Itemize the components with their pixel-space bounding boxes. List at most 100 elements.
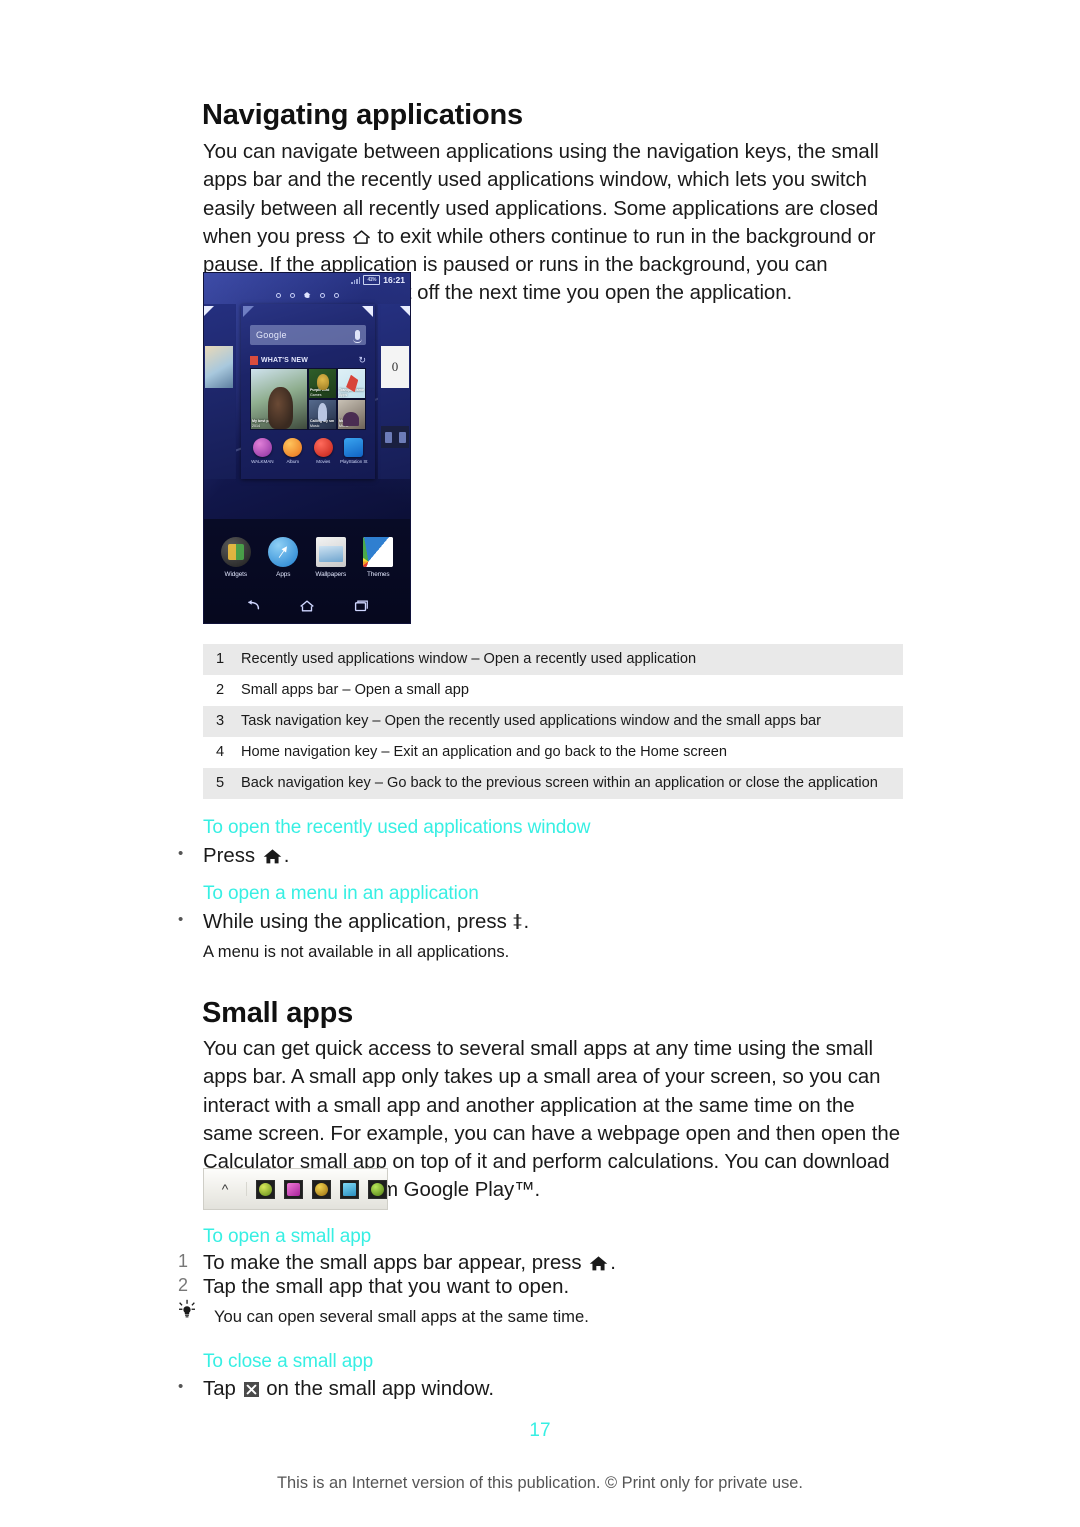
step-text-prefix: While using the application, press	[203, 911, 513, 933]
apps-icon	[268, 537, 299, 567]
small-app-icon[interactable]	[256, 1179, 275, 1199]
back-navigation-key-icon[interactable]	[244, 599, 262, 613]
card-close-icon[interactable]	[362, 306, 373, 317]
step-text-prefix: Tap	[203, 1378, 242, 1400]
home-navigation-key-icon[interactable]	[298, 599, 316, 613]
app-label: PlayStation St	[340, 459, 368, 464]
content-tile[interactable]: Purple Bird Games	[308, 368, 337, 399]
table-row: 5 Back navigation key – Go back to the p…	[203, 768, 903, 799]
task-heading-open-small-app: To open a small app	[203, 1226, 372, 1247]
whats-new-widget-header: WHAT'S NEW ↻	[250, 356, 366, 365]
dock-item-themes[interactable]: Themes	[357, 537, 399, 578]
chevron-up-icon[interactable]: ^	[204, 1182, 247, 1196]
content-tile[interactable]: My best pal 2014	[250, 368, 308, 430]
small-app-icon[interactable]	[312, 1179, 331, 1199]
dock-item-wallpapers[interactable]: Wallpapers	[310, 537, 352, 578]
legend-number: 3	[216, 713, 225, 729]
dock-label: Themes	[367, 571, 390, 578]
page-dot	[319, 292, 325, 298]
small-apps-bar-figure: ^	[203, 1168, 388, 1210]
bullet-marker: •	[178, 911, 184, 928]
phone-status-bar: 41% 16:21	[204, 273, 410, 287]
dock-label: Wallpapers	[315, 571, 347, 578]
recent-app-card-left[interactable]	[204, 304, 236, 479]
whats-new-label: WHAT'S NEW	[261, 357, 309, 364]
home-solid-icon	[263, 848, 282, 865]
task-heading-open-menu: To open a menu in an application	[203, 883, 479, 904]
app-label: WALKMAN	[251, 459, 274, 464]
movies-icon	[313, 438, 333, 457]
content-tile[interactable]: Moonlight Movie	[337, 399, 366, 430]
step-text-suffix: .	[610, 1252, 616, 1274]
legend-number: 5	[216, 775, 225, 791]
card-close-corner-icon[interactable]	[204, 306, 214, 316]
bullet-marker: •	[178, 845, 184, 862]
google-search-widget[interactable]: Google	[250, 325, 366, 345]
wallpapers-icon	[315, 537, 346, 567]
app-shortcut-movies[interactable]: Movies	[309, 438, 337, 464]
table-row: 2 Small apps bar – Open a small app	[203, 675, 903, 706]
card-thumbnail: 0	[381, 346, 409, 388]
table-row: 1 Recently used applications window – Op…	[203, 644, 903, 675]
app-shortcut-playstation[interactable]: PlayStation St	[340, 438, 368, 464]
dock-label: Apps	[276, 571, 291, 578]
signal-strength-icon	[351, 276, 361, 284]
card-close-corner-icon[interactable]	[400, 306, 410, 316]
close-icon	[243, 1382, 259, 1397]
home-page-dot	[303, 292, 311, 298]
small-app-icon[interactable]	[284, 1179, 303, 1199]
phone-screenshot-figure: 41% 16:21 0 Google WHAT'S NEW ↻ My best …	[203, 272, 411, 624]
task-navigation-key-icon[interactable]	[352, 599, 370, 613]
recent-app-card-center[interactable]: Google WHAT'S NEW ↻ My best pal 2014 Purp…	[241, 304, 375, 479]
step-number: 1	[178, 1251, 189, 1271]
task-step-open-menu: While using the application, press .	[203, 908, 529, 936]
small-apps-icon-strip	[247, 1179, 387, 1199]
widgets-icon	[220, 537, 251, 567]
bullet-marker: •	[178, 1378, 184, 1395]
small-app-icon[interactable]	[368, 1179, 387, 1199]
home-solid-icon	[589, 1255, 608, 1272]
content-tile[interactable]: Tranquil Game Apps	[337, 368, 366, 399]
legend-number: 2	[216, 682, 225, 698]
tile-subtitle: Movie	[339, 423, 349, 428]
step-text-suffix: .	[523, 911, 530, 933]
page-number: 17	[529, 1420, 551, 1441]
table-row: 3 Task navigation key – Open the recentl…	[203, 706, 903, 737]
tile-title: My best pal	[252, 419, 272, 424]
microphone-icon[interactable]	[353, 330, 362, 343]
footer-copyright-note: This is an Internet version of this publ…	[277, 1474, 803, 1492]
tile-subtitle: Apps	[339, 392, 348, 397]
home-outline-icon	[352, 229, 371, 245]
legend-number: 1	[216, 651, 225, 667]
section-title-small-apps: Small apps	[202, 997, 354, 1029]
content-tile[interactable]: Calling My sm Music	[308, 399, 337, 430]
dock-item-widgets[interactable]: Widgets	[215, 537, 257, 578]
task-note-open-menu: A menu is not available in all applicati…	[203, 942, 510, 961]
page-title-navigating-applications: Navigating applications	[202, 99, 523, 131]
page-dot	[289, 292, 295, 298]
step-text-suffix: .	[283, 845, 290, 867]
homescreen-page-indicator	[204, 292, 410, 298]
app-shortcut-walkman[interactable]: WALKMAN	[248, 438, 276, 464]
card-corner-left-icon	[243, 306, 254, 317]
recent-app-card-right[interactable]: 0	[378, 304, 410, 479]
task-heading-close-small-app: To close a small app	[203, 1351, 374, 1372]
task-step-2-open-small-app: Tap the small app that you want to open.	[203, 1276, 570, 1298]
homescreen-app-row: WALKMAN Album Movies PlayStation St	[247, 438, 369, 464]
page-dot	[333, 292, 339, 298]
step-text-suffix: on the small app window.	[260, 1378, 495, 1400]
app-shortcut-album[interactable]: Album	[279, 438, 307, 464]
step-text-prefix: To make the small apps bar appear, press	[203, 1252, 588, 1274]
menu-key-icon	[513, 913, 522, 931]
step-text-prefix: Press	[203, 845, 261, 867]
task-step-close-small-app: Tap on the small app window.	[203, 1375, 494, 1403]
small-app-icon[interactable]	[340, 1179, 359, 1199]
legend-description: Recently used applications window – Open…	[241, 651, 697, 667]
tip-lightbulb-icon	[176, 1299, 198, 1321]
dock-item-apps[interactable]: Apps	[262, 537, 304, 578]
legend-number: 4	[216, 744, 225, 760]
legend-description: Small apps bar – Open a small app	[241, 682, 469, 698]
step-number: 2	[178, 1275, 189, 1295]
system-navigation-bar	[204, 595, 410, 617]
refresh-icon[interactable]: ↻	[358, 356, 366, 365]
